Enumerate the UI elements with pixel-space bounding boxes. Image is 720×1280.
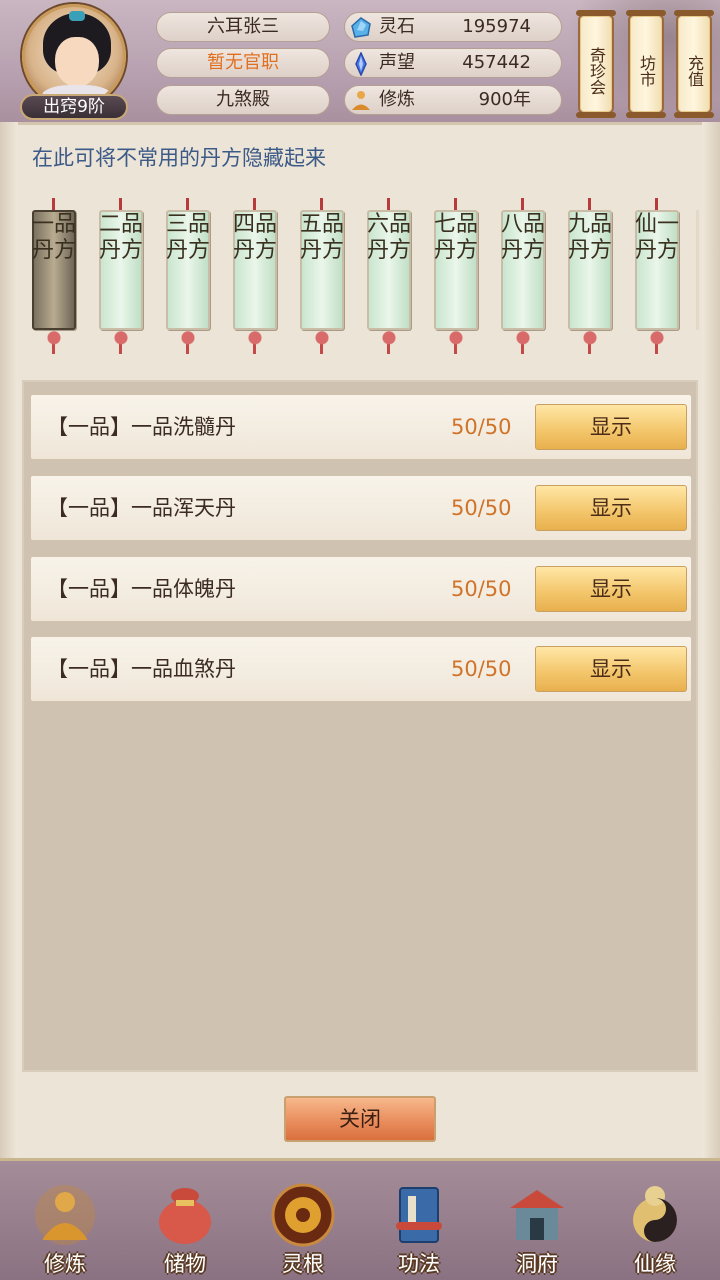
player-name: 六耳张三 xyxy=(156,12,330,42)
panel-border-right xyxy=(702,122,720,1158)
nav-label: 功法 xyxy=(398,1252,440,1276)
avatar-portrait xyxy=(22,4,126,108)
storage-bag-icon xyxy=(159,1188,211,1244)
nav-label: 灵根 xyxy=(282,1252,324,1276)
tab-grade-8[interactable]: 八品丹方 xyxy=(497,190,549,362)
nav-label: 仙缘 xyxy=(634,1252,676,1276)
tab-label: 三品丹方 xyxy=(166,212,211,263)
tab-label: 一品丹方 xyxy=(32,212,77,263)
recipe-row: 【一品】一品浑天丹 50/50 显示 xyxy=(30,475,692,541)
stat-value: 900年 xyxy=(478,89,531,110)
recharge-button[interactable]: 充值 xyxy=(674,10,714,118)
tab-grade-1[interactable]: 一品丹方 xyxy=(28,190,80,362)
stat-reputation: 声望 457442 xyxy=(344,48,562,78)
tassel-icon xyxy=(379,330,399,356)
treasure-fair-button[interactable]: 奇珍会 xyxy=(576,10,616,118)
cave-abode-icon xyxy=(510,1190,564,1240)
nav-immortal-fate[interactable]: 仙缘 xyxy=(600,1164,710,1280)
recipe-count: 50/50 xyxy=(451,577,512,601)
nav-spirit-root[interactable]: 灵根 xyxy=(248,1164,358,1280)
recipe-name: 【一品】一品体魄丹 xyxy=(47,577,236,601)
stat-label: 灵石 xyxy=(379,16,415,37)
tab-grade-9[interactable]: 九品丹方 xyxy=(564,190,616,362)
tab-grade-4[interactable]: 四品丹方 xyxy=(229,190,281,362)
nav-cultivation[interactable]: 修炼 xyxy=(10,1164,120,1280)
immortal-fate-icon xyxy=(633,1186,677,1242)
tab-label: 四品丹方 xyxy=(233,212,278,263)
nav-storage[interactable]: 储物 xyxy=(130,1164,240,1280)
recipe-count: 50/50 xyxy=(451,657,512,681)
recipe-row: 【一品】一品体魄丹 50/50 显示 xyxy=(30,556,692,622)
spirit-stone-icon xyxy=(351,17,371,38)
stat-value: 195974 xyxy=(462,16,531,37)
tassel-icon xyxy=(647,330,667,356)
cultivation-icon xyxy=(35,1185,95,1245)
tab-immortal-1[interactable]: 仙一丹方 xyxy=(631,190,683,362)
stat-label: 修炼 xyxy=(379,89,415,110)
reputation-crystal-icon xyxy=(355,52,367,76)
recipe-row: 【一品】一品血煞丹 50/50 显示 xyxy=(30,636,692,702)
tassel-icon xyxy=(111,330,131,356)
rank-badge: 出窍9阶 xyxy=(20,94,128,120)
stat-label: 声望 xyxy=(379,52,415,73)
recipe-list[interactable]: 【一品】一品洗髓丹 50/50 显示 【一品】一品浑天丹 50/50 显示 【一… xyxy=(22,380,698,1072)
tab-label: 仙一丹方 xyxy=(635,212,680,263)
tab-label: 五品丹方 xyxy=(300,212,345,263)
spirit-root-icon xyxy=(271,1183,335,1247)
tab-label: 六品丹方 xyxy=(367,212,412,263)
tassel-icon xyxy=(245,330,265,356)
tab-label: 七品丹方 xyxy=(434,212,479,263)
tab-label: 二品丹方 xyxy=(99,212,144,263)
tab-grade-2[interactable]: 二品丹方 xyxy=(95,190,147,362)
tassel-icon xyxy=(178,330,198,356)
show-recipe-button[interactable]: 显示 xyxy=(535,485,687,531)
meditation-icon xyxy=(352,91,370,110)
tassel-icon xyxy=(312,330,332,356)
player-avatar[interactable]: 出窍9阶 xyxy=(16,4,134,120)
market-button[interactable]: 坊市 xyxy=(626,10,666,118)
tab-grade-6[interactable]: 六品丹方 xyxy=(363,190,415,362)
show-recipe-button[interactable]: 显示 xyxy=(535,646,687,692)
recipe-row: 【一品】一品洗髓丹 50/50 显示 xyxy=(30,394,692,460)
tab-label: 八品丹方 xyxy=(501,212,546,263)
recipe-name: 【一品】一品浑天丹 xyxy=(47,496,236,520)
recipe-grade-tabs: 一品丹方 二品丹方 三品丹方 四品丹方 五品丹方 六品丹方 七品丹方 八品丹方 xyxy=(24,190,700,370)
tab-grade-3[interactable]: 三品丹方 xyxy=(162,190,214,362)
recipe-name: 【一品】一品血煞丹 xyxy=(47,657,236,681)
show-recipe-button[interactable]: 显示 xyxy=(535,566,687,612)
stat-value: 457442 xyxy=(462,52,531,73)
recipe-name: 【一品】一品洗髓丹 xyxy=(47,415,236,439)
nav-techniques[interactable]: 功法 xyxy=(364,1164,474,1280)
technique-book-icon xyxy=(396,1187,442,1243)
official-title: 暂无官职 xyxy=(156,48,330,78)
recipe-count: 50/50 xyxy=(451,496,512,520)
stat-spirit-stone: 灵石 195974 xyxy=(344,12,562,42)
tab-grade-7[interactable]: 七品丹方 xyxy=(430,190,482,362)
tassel-icon xyxy=(44,330,64,356)
nav-label: 修炼 xyxy=(44,1252,86,1276)
tassel-icon xyxy=(580,330,600,356)
nav-label: 洞府 xyxy=(516,1252,558,1276)
nav-cave-abode[interactable]: 洞府 xyxy=(482,1164,592,1280)
nav-label: 储物 xyxy=(164,1252,206,1276)
tab-label: 九品丹方 xyxy=(568,212,613,263)
tassel-icon xyxy=(513,330,533,356)
close-button[interactable]: 关闭 xyxy=(284,1096,436,1142)
recipe-count: 50/50 xyxy=(451,415,512,439)
panel-hint: 在此可将不常用的丹方隐藏起来 xyxy=(32,146,326,170)
palace-name: 九煞殿 xyxy=(156,85,330,115)
show-recipe-button[interactable]: 显示 xyxy=(535,404,687,450)
tab-scroll-edge xyxy=(696,210,699,330)
tassel-icon xyxy=(446,330,466,356)
tab-grade-5[interactable]: 五品丹方 xyxy=(296,190,348,362)
stat-cultivation: 修炼 900年 xyxy=(344,85,562,115)
panel-border-left xyxy=(0,122,18,1158)
